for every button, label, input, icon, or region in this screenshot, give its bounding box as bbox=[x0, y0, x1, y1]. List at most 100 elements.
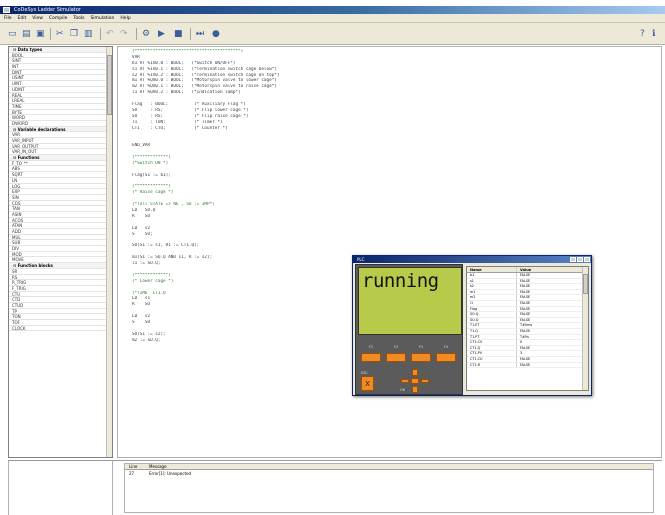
variable-value: FALSE bbox=[520, 362, 531, 367]
nav-right-key[interactable] bbox=[421, 379, 429, 383]
info-icon[interactable]: ℹ bbox=[652, 28, 655, 40]
variable-name: T1.Q bbox=[467, 328, 517, 334]
cut-icon[interactable]: ✂ bbox=[56, 28, 64, 40]
code-area[interactable]: (***************************************… bbox=[132, 49, 352, 344]
esc-key[interactable]: X bbox=[361, 376, 374, 391]
new-icon[interactable]: ▭ bbox=[8, 28, 17, 40]
undo-icon[interactable]: ↶ bbox=[106, 28, 114, 40]
open-icon[interactable]: ▤ bbox=[22, 28, 31, 40]
simulator-title: PLC bbox=[357, 257, 365, 262]
paste-icon[interactable]: ▥ bbox=[84, 28, 93, 40]
code-line[interactable]: m2 := SO.Q; bbox=[132, 338, 352, 344]
menu-edit[interactable]: Edit bbox=[18, 14, 27, 22]
stop-icon[interactable]: ■ bbox=[174, 28, 183, 40]
nav-down-key[interactable] bbox=[412, 386, 418, 393]
menu-tools[interactable]: Tools bbox=[73, 14, 84, 22]
variable-value: T#0ms bbox=[520, 323, 533, 328]
variable-scrollbar[interactable] bbox=[582, 267, 588, 390]
nav-ok-key[interactable] bbox=[411, 378, 419, 384]
message-rows: 27 Error[1]: Unexpected bbox=[125, 470, 653, 477]
library-item[interactable]: CLOCK bbox=[9, 326, 107, 332]
build-icon[interactable]: ⚙ bbox=[142, 28, 150, 40]
close-button[interactable] bbox=[584, 257, 590, 262]
variable-value: 0 bbox=[520, 340, 523, 345]
variable-value: FALSE bbox=[520, 306, 531, 311]
output-left-pane bbox=[8, 461, 113, 515]
variable-value: FALSE bbox=[520, 273, 531, 277]
f1-label: F1 bbox=[368, 345, 374, 349]
nav-up-key[interactable] bbox=[412, 369, 418, 376]
save-icon[interactable]: ▣ bbox=[36, 28, 45, 40]
run-icon[interactable]: ▶ bbox=[158, 28, 165, 40]
column-value[interactable]: Value bbox=[517, 267, 577, 272]
variable-value: FALSE bbox=[520, 300, 531, 305]
column-message[interactable]: Message bbox=[145, 464, 167, 469]
toolbar-separator bbox=[190, 28, 191, 40]
minimize-button[interactable] bbox=[570, 257, 576, 262]
toolbar-separator bbox=[50, 28, 51, 40]
menu-simulation[interactable]: Simulation bbox=[90, 14, 114, 22]
variable-name: T1.ET bbox=[467, 323, 517, 328]
title-bar: CoDeSys Ladder Simulator bbox=[0, 6, 665, 14]
toolbar: ▭ ▤ ▣ ✂ ❐ ▥ ↶ ↷ ⚙ ▶ ■ ⏭ ● ? ℹ bbox=[0, 23, 665, 45]
f2-key[interactable] bbox=[386, 353, 406, 362]
redo-icon[interactable]: ↷ bbox=[120, 28, 128, 40]
library-panel[interactable]: Data typesBOOLSINTINTDINTUSINTUINTUDINTR… bbox=[8, 46, 113, 458]
variable-rows: b1 FALSE s1 FALSE s2 FALSE m1 FALSE m2 FALSE l1 FAL… bbox=[467, 273, 588, 369]
menu-compile[interactable]: Compile bbox=[49, 14, 67, 22]
variable-value: T#5s bbox=[520, 334, 529, 339]
variable-table[interactable]: Name Value b1 FALSE s1 FALSE s2 FALSE m1 FALSE m… bbox=[466, 266, 589, 391]
help-icon[interactable]: ? bbox=[640, 28, 645, 40]
message-list[interactable]: Line Message 27 Error[1]: Unexpected bbox=[124, 463, 654, 513]
f1-key[interactable] bbox=[361, 353, 381, 362]
menu-help[interactable]: Help bbox=[120, 14, 130, 22]
lcd-text: running bbox=[362, 270, 439, 292]
variable-row[interactable]: CT1.R FALSE bbox=[467, 362, 588, 369]
variable-name: m1 bbox=[467, 289, 517, 295]
plc-simulator-window[interactable]: PLC running F1 F2 F3 F4 ESC X OK Name Va… bbox=[352, 255, 592, 396]
esc-label: ESC bbox=[361, 371, 368, 375]
f4-label: F4 bbox=[443, 345, 449, 349]
column-line[interactable]: Line bbox=[125, 464, 145, 469]
library-scrollbar[interactable] bbox=[106, 47, 112, 457]
variable-name: SO.Q bbox=[467, 312, 517, 317]
message-row[interactable]: 27 Error[1]: Unexpected bbox=[125, 470, 653, 477]
variable-name: SU.Q bbox=[467, 317, 517, 323]
function-keys: F1 F2 F3 F4 bbox=[360, 345, 460, 365]
variable-name: s1 bbox=[467, 278, 517, 284]
variable-name: s2 bbox=[467, 284, 517, 289]
breakpoint-icon[interactable]: ● bbox=[212, 28, 220, 40]
toolbar-separator bbox=[100, 28, 101, 40]
variable-name: CT1.CV bbox=[467, 340, 517, 345]
output-area: Line Message 27 Error[1]: Unexpected bbox=[8, 460, 662, 515]
menu-file[interactable]: File bbox=[4, 14, 12, 22]
menu-view[interactable]: View bbox=[32, 14, 43, 22]
variable-name: m2 bbox=[467, 295, 517, 300]
variable-name: CT1.CU bbox=[467, 356, 517, 362]
variable-name: CT1.Q bbox=[467, 345, 517, 351]
f4-key[interactable] bbox=[436, 353, 456, 362]
variable-value: FALSE bbox=[520, 289, 531, 294]
variable-value: FALSE bbox=[520, 278, 531, 283]
step-icon[interactable]: ⏭ bbox=[196, 28, 204, 40]
maximize-button[interactable] bbox=[577, 257, 583, 262]
f3-key[interactable] bbox=[411, 353, 431, 362]
message-line: 27 bbox=[129, 471, 135, 476]
variable-name: CT1.PV bbox=[467, 351, 517, 356]
variable-value: FALSE bbox=[520, 312, 531, 317]
nav-left-key[interactable] bbox=[401, 379, 409, 383]
variable-value: FALSE bbox=[520, 284, 531, 289]
column-name[interactable]: Name bbox=[467, 267, 517, 272]
simulator-title-bar[interactable]: PLC bbox=[353, 256, 591, 263]
code-editor[interactable]: (***************************************… bbox=[117, 46, 662, 458]
scroll-thumb[interactable] bbox=[107, 55, 112, 115]
f2-label: F2 bbox=[393, 345, 399, 349]
message-text: Error[1]: Unexpected bbox=[149, 471, 192, 476]
scroll-thumb[interactable] bbox=[583, 274, 588, 294]
toolbar-separator bbox=[136, 28, 137, 40]
variable-value: FALSE bbox=[520, 356, 531, 361]
window-title: CoDeSys Ladder Simulator bbox=[14, 7, 81, 13]
copy-icon[interactable]: ❐ bbox=[70, 28, 78, 40]
variable-name: b1 bbox=[467, 273, 517, 278]
library-list: Data typesBOOLSINTINTDINTUSINTUINTUDINTR… bbox=[9, 47, 112, 332]
